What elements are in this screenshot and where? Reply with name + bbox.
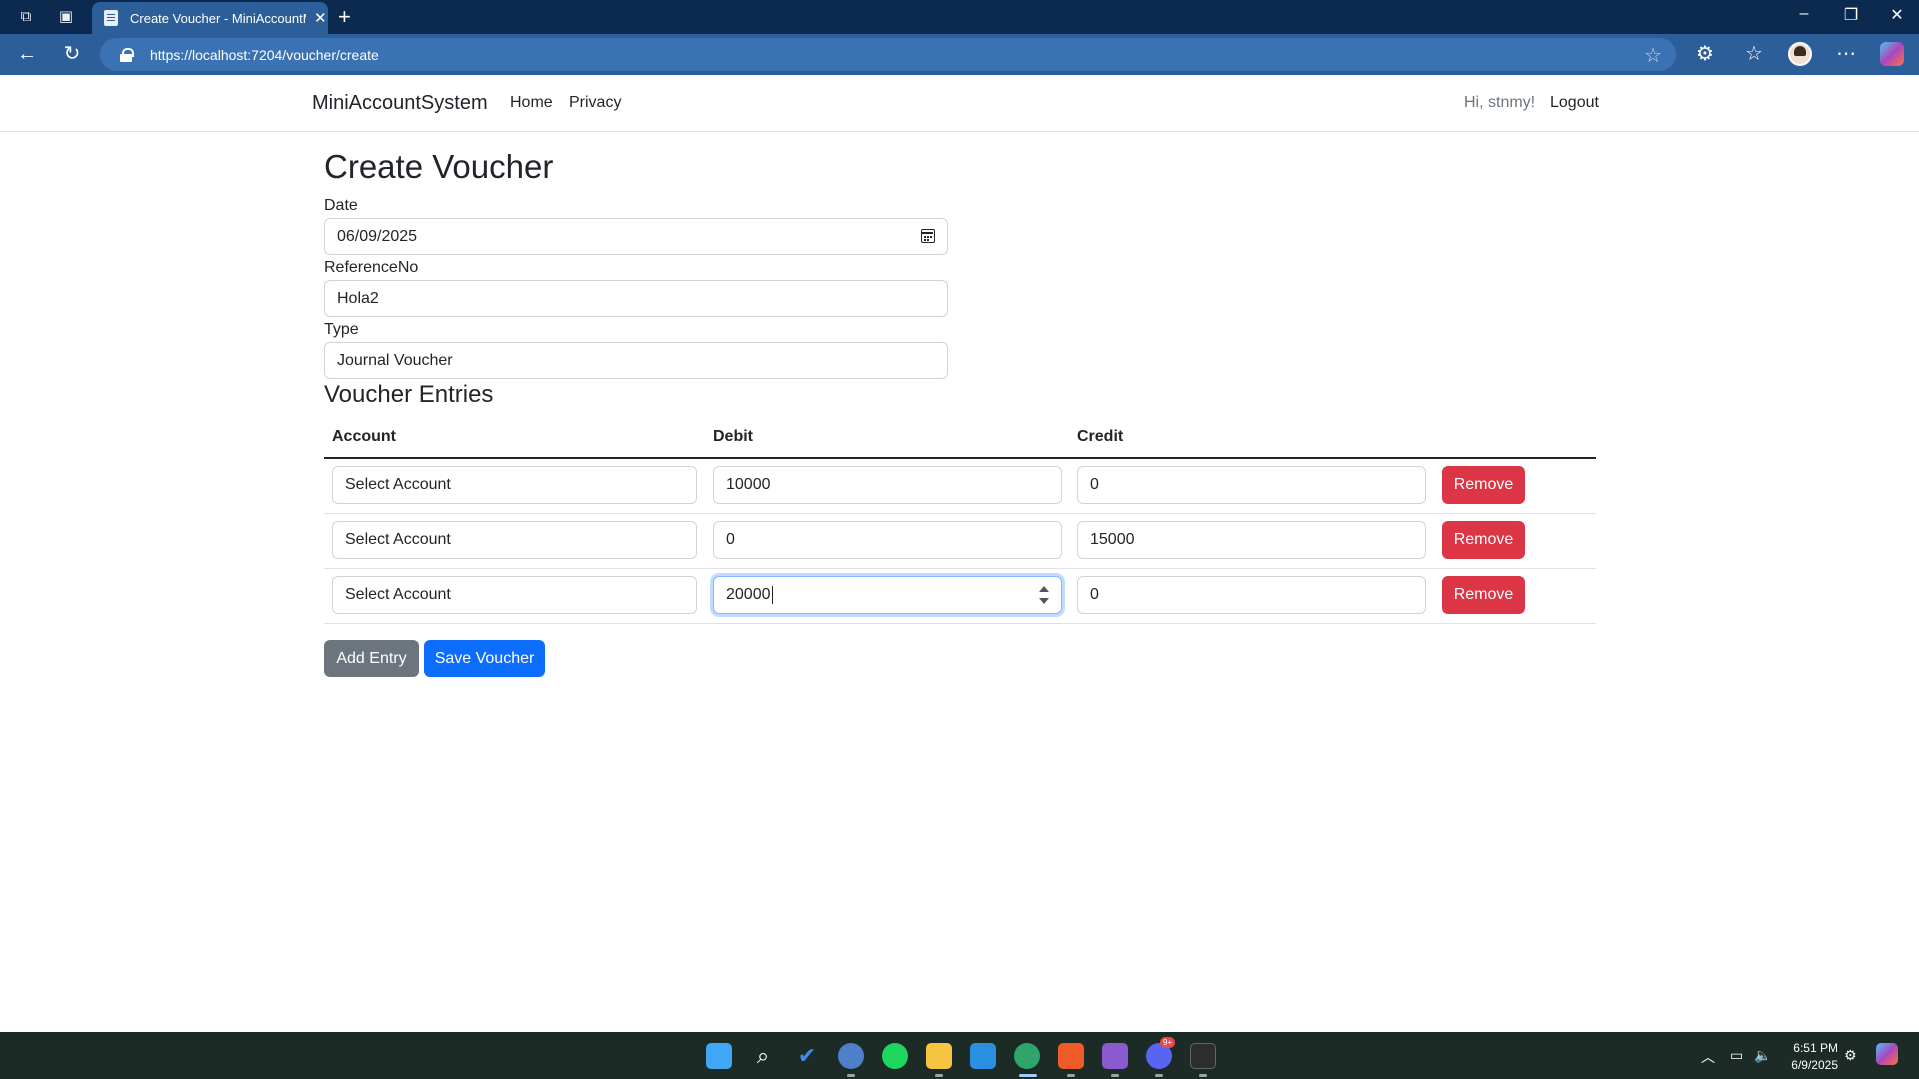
copilot-taskbar-icon[interactable] (1876, 1043, 1898, 1065)
reference-value: Hola2 (337, 290, 379, 307)
page-title: Create Voucher (324, 148, 554, 185)
spotify-icon[interactable] (882, 1043, 908, 1069)
page-icon (104, 10, 118, 26)
credit-input[interactable]: 0 (1077, 466, 1426, 504)
reference-label: ReferenceNo (324, 259, 419, 276)
account-select[interactable]: Select Account (332, 576, 697, 614)
visual-studio-icon[interactable] (1102, 1043, 1128, 1069)
network-icon[interactable]: ▭ (1730, 1047, 1743, 1064)
discord-icon[interactable]: 9+ (1146, 1037, 1176, 1069)
tab-actions-icon[interactable]: ▣ (56, 7, 76, 27)
calendar-icon[interactable] (921, 229, 935, 243)
back-icon[interactable]: ← (15, 42, 39, 66)
workspaces-icon[interactable]: ⧉ (16, 7, 36, 27)
copilot-icon[interactable] (1880, 42, 1904, 66)
refresh-icon[interactable]: ↻ (60, 42, 84, 66)
terminal-running-indicator (1199, 1074, 1207, 1077)
qbittorrent-running-indicator (847, 1074, 855, 1077)
vs-running-indicator (1111, 1074, 1119, 1077)
text-caret (771, 585, 773, 604)
discord-badge: 9+ (1160, 1037, 1176, 1048)
star-icon[interactable]: ☆ (1644, 43, 1662, 68)
browser-tab-active[interactable]: Create Voucher - MiniAccountMa ✕ (92, 2, 328, 34)
table-row: Select Account 0 15000 Remove (324, 514, 1596, 569)
search-icon[interactable]: ⌕ (750, 1043, 776, 1069)
date-label: Date (324, 197, 358, 214)
nav-privacy[interactable]: Privacy (569, 94, 621, 112)
clock-time[interactable]: 6:51 PM (1778, 1041, 1838, 1055)
discord-running-indicator (1155, 1074, 1163, 1077)
debit-input-focused[interactable]: 20000 (713, 576, 1062, 614)
date-value: 06/09/2025 (337, 228, 418, 245)
user-greeting: Hi, stnmy! (1464, 94, 1536, 111)
date-input[interactable]: 06/09/2025 (324, 218, 948, 255)
file-explorer-icon[interactable] (926, 1043, 952, 1069)
nav-home[interactable]: Home (510, 94, 553, 112)
qbittorrent-icon[interactable] (838, 1043, 864, 1069)
close-window-icon[interactable]: ✕ (1882, 5, 1912, 25)
header-account: Account (332, 428, 396, 445)
windows-start-icon[interactable] (706, 1043, 732, 1069)
table-row: Select Account 20000 0 Remove (324, 569, 1596, 624)
remove-entry-button[interactable]: Remove (1442, 466, 1525, 504)
new-tab-icon[interactable]: + (338, 4, 351, 30)
table-row: Select Account 10000 0 Remove (324, 459, 1596, 514)
type-input[interactable]: Journal Voucher (324, 342, 948, 379)
header-debit: Debit (713, 428, 753, 445)
more-icon[interactable]: ⋯ (1834, 42, 1858, 66)
debit-input[interactable]: 0 (713, 521, 1062, 559)
volume-icon[interactable]: 🔈 (1754, 1047, 1771, 1064)
brave-icon[interactable] (1058, 1043, 1084, 1069)
close-tab-icon[interactable]: ✕ (314, 9, 327, 27)
credit-input[interactable]: 0 (1077, 576, 1426, 614)
address-bar[interactable]: https://localhost:7204/voucher/create ☆ (100, 38, 1676, 71)
taskbar: ⌕ ✔ 9+ ︿ ▭ 🔈 6:51 PM 6/9/2025 ⚙ (0, 1032, 1919, 1079)
browser-titlebar: ⧉ ▣ Create Voucher - MiniAccountMa ✕ + –… (0, 0, 1919, 34)
number-spinner-icon[interactable] (1039, 583, 1049, 607)
explorer-running-indicator (935, 1074, 943, 1077)
account-select[interactable]: Select Account (332, 466, 697, 504)
site-brand[interactable]: MiniAccountSystem (312, 92, 488, 115)
type-label: Type (324, 321, 359, 338)
credit-input[interactable]: 15000 (1077, 521, 1426, 559)
favorites-icon[interactable]: ☆ (1742, 42, 1766, 66)
vscode-icon[interactable] (970, 1043, 996, 1069)
save-voucher-button[interactable]: Save Voucher (424, 640, 545, 677)
debit-input[interactable]: 10000 (713, 466, 1062, 504)
account-select[interactable]: Select Account (332, 521, 697, 559)
minimize-icon[interactable]: – (1789, 5, 1819, 23)
logout-link[interactable]: Logout (1550, 94, 1599, 112)
terminal-icon[interactable] (1190, 1043, 1216, 1069)
entries-title: Voucher Entries (324, 381, 494, 408)
type-value: Journal Voucher (337, 352, 453, 369)
todo-icon[interactable]: ✔ (794, 1043, 820, 1069)
browser-toolbar: ← ↻ https://localhost:7204/voucher/creat… (0, 34, 1919, 75)
notification-icon[interactable]: ⚙ (1844, 1047, 1857, 1064)
profile-avatar[interactable] (1788, 42, 1812, 66)
remove-entry-button[interactable]: Remove (1442, 576, 1525, 614)
lock-icon[interactable] (120, 47, 134, 62)
restore-icon[interactable]: ❐ (1836, 5, 1866, 25)
tab-title: Create Voucher - MiniAccountMa (130, 10, 306, 26)
edge-icon[interactable] (1014, 1043, 1040, 1069)
debit-value: 20000 (726, 586, 771, 603)
header-credit: Credit (1077, 428, 1124, 445)
extensions-icon[interactable]: ⚙ (1693, 42, 1717, 66)
url-text[interactable]: https://localhost:7204/voucher/create (150, 47, 379, 63)
site-navbar: MiniAccountSystem Home Privacy Hi, stnmy… (0, 75, 1919, 132)
remove-entry-button[interactable]: Remove (1442, 521, 1525, 559)
brave-running-indicator (1067, 1074, 1075, 1077)
tray-chevron-icon[interactable]: ︿ (1701, 1047, 1715, 1067)
add-entry-button[interactable]: Add Entry (324, 640, 419, 677)
edge-active-indicator (1019, 1074, 1037, 1077)
reference-input[interactable]: Hola2 (324, 280, 948, 317)
clock-date[interactable]: 6/9/2025 (1778, 1058, 1838, 1072)
